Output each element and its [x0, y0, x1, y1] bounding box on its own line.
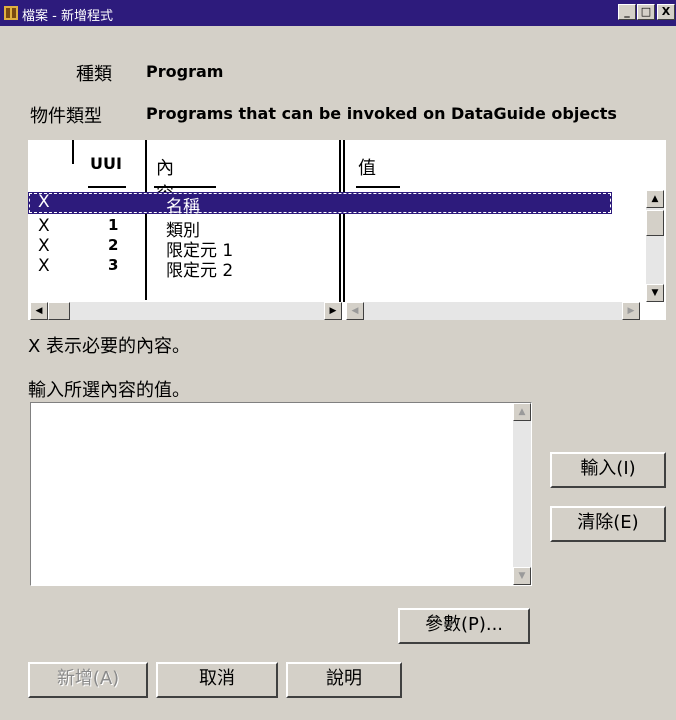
scroll-right-arrow-icon: ▶ [622, 302, 640, 320]
enter-button[interactable]: 輸入(I) [550, 452, 666, 488]
required-marker: X [38, 256, 50, 276]
table-row[interactable]: X 1 類別 [28, 216, 368, 241]
cancel-button[interactable]: 取消 [156, 662, 278, 698]
required-marker: X [38, 236, 50, 256]
uui-cell: 3 [108, 256, 119, 274]
help-button[interactable]: 說明 [286, 662, 402, 698]
scroll-right-arrow-icon[interactable]: ▶ [324, 302, 342, 320]
content-cell: 限定元 2 [166, 261, 234, 281]
scroll-thumb[interactable] [646, 210, 664, 236]
table-row[interactable]: X 名稱 [28, 192, 612, 217]
clear-button[interactable]: 清除(E) [550, 506, 666, 542]
minimize-button[interactable]: _ [618, 4, 636, 20]
properties-grid[interactable]: UUI 內容 值 X 名稱 X 1 類別 X 2 限定元 1 X 3 限定元 2 [28, 140, 666, 320]
maximize-button[interactable]: □ [637, 4, 655, 20]
scroll-left-arrow-icon[interactable]: ◀ [30, 302, 48, 320]
left-horizontal-scrollbar[interactable]: ◀ ▶ [30, 302, 342, 320]
scroll-left-arrow-icon: ◀ [346, 302, 364, 320]
kind-value: Program [146, 62, 224, 81]
uui-cell: 1 [108, 216, 119, 234]
input-label: 輸入所選內容的值。 [28, 380, 190, 401]
title-bar: 檔案 - 新增程式 _ □ X [0, 0, 676, 26]
right-horizontal-scrollbar[interactable]: ◀ ▶ [346, 302, 640, 320]
required-note: X 表示必要的內容。 [28, 336, 191, 357]
scroll-thumb[interactable] [48, 302, 70, 320]
add-button: 新增(A) [28, 662, 148, 698]
required-marker: X [38, 192, 50, 212]
scroll-up-arrow-icon: ▲ [513, 403, 531, 421]
uui-cell: 2 [108, 236, 119, 254]
table-row[interactable]: X 2 限定元 1 [28, 236, 368, 261]
scroll-down-arrow-icon: ▼ [513, 567, 531, 585]
kind-label: 種類 [76, 64, 112, 85]
object-type-value: Programs that can be invoked on DataGuid… [146, 104, 617, 123]
input-vertical-scrollbar: ▲ ▼ [513, 403, 531, 585]
required-marker: X [38, 216, 50, 236]
column-divider [72, 140, 74, 164]
archive-icon [4, 6, 18, 20]
scroll-down-arrow-icon[interactable]: ▼ [646, 284, 664, 302]
parameters-button[interactable]: 參數(P)... [398, 608, 530, 644]
value-input[interactable]: ▲ ▼ [30, 402, 532, 586]
close-button[interactable]: X [657, 4, 675, 20]
table-row[interactable]: X 3 限定元 2 [28, 256, 368, 281]
object-type-label: 物件類型 [30, 106, 102, 127]
window-title: 檔案 - 新增程式 [22, 9, 113, 24]
scroll-up-arrow-icon[interactable]: ▲ [646, 190, 664, 208]
grid-vertical-scrollbar[interactable]: ▲ ▼ [646, 190, 664, 302]
content-cell: 名稱 [166, 197, 200, 217]
